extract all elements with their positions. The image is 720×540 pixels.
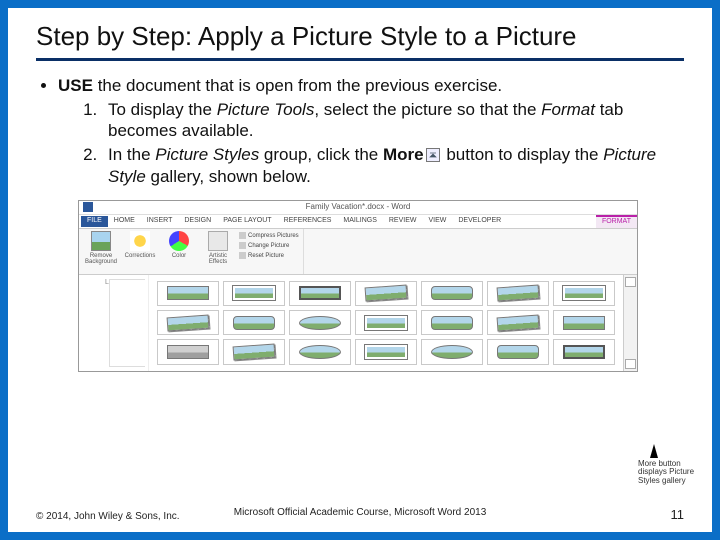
style-thumb[interactable] xyxy=(553,310,615,335)
tab-design[interactable]: DESIGN xyxy=(178,216,217,227)
change-picture-button[interactable]: Change Picture xyxy=(239,241,299,251)
style-thumb[interactable] xyxy=(421,339,483,364)
style-thumb[interactable] xyxy=(157,310,219,335)
color-button[interactable]: Color xyxy=(161,231,197,259)
style-thumb[interactable] xyxy=(157,281,219,306)
tab-mailings[interactable]: MAILINGS xyxy=(337,216,382,227)
step-1: To display the Picture Tools, select the… xyxy=(102,99,684,143)
style-thumb[interactable] xyxy=(421,281,483,306)
tab-references[interactable]: REFERENCES xyxy=(278,216,338,227)
style-thumb[interactable] xyxy=(223,339,285,364)
style-thumb[interactable] xyxy=(223,310,285,335)
ribbon-group-adjust: Remove Background Corrections Color Arti… xyxy=(79,229,304,274)
ribbon: Remove Background Corrections Color Arti… xyxy=(79,229,637,275)
style-thumb[interactable] xyxy=(289,339,351,364)
style-thumb[interactable] xyxy=(157,339,219,364)
tab-page-layout[interactable]: PAGE LAYOUT xyxy=(217,216,277,227)
window-titlebar: Family Vacation*.docx - Word xyxy=(79,201,637,215)
slide: Step by Step: Apply a Picture Style to a… xyxy=(0,0,720,540)
tab-insert[interactable]: INSERT xyxy=(141,216,179,227)
style-thumb[interactable] xyxy=(487,339,549,364)
tab-review[interactable]: REVIEW xyxy=(383,216,423,227)
adjust-small-buttons: Compress Pictures Change Picture Reset P… xyxy=(239,231,299,262)
gallery-scroll-up[interactable] xyxy=(625,277,636,287)
style-thumb[interactable] xyxy=(223,281,285,306)
document-title: Family Vacation*.docx - Word xyxy=(306,202,411,212)
tab-file[interactable]: FILE xyxy=(81,216,108,227)
style-thumb[interactable] xyxy=(289,281,351,306)
style-thumb[interactable] xyxy=(487,281,549,306)
remove-background-button[interactable]: Remove Background xyxy=(83,231,119,265)
more-dropdown-icon xyxy=(426,148,440,162)
style-thumb[interactable] xyxy=(553,339,615,364)
style-thumb[interactable] xyxy=(355,281,417,306)
style-thumb[interactable] xyxy=(421,310,483,335)
gallery-scroll-column xyxy=(623,275,637,371)
reset-picture-button[interactable]: Reset Picture xyxy=(239,251,299,261)
tab-format[interactable]: FORMAT xyxy=(596,215,637,228)
picture-style-gallery xyxy=(149,275,623,371)
style-thumb[interactable] xyxy=(553,281,615,306)
tab-home[interactable]: HOME xyxy=(108,216,141,227)
bullet-use-rest: the document that is open from the previ… xyxy=(93,76,502,95)
bullet-use: USE the document that is open from the p… xyxy=(58,75,684,188)
up-arrow-icon xyxy=(650,444,658,458)
compress-pictures-button[interactable]: Compress Pictures xyxy=(239,231,299,241)
artistic-effects-button[interactable]: Artistic Effects xyxy=(200,231,236,265)
ribbon-tabs: FILE HOME INSERT DESIGN PAGE LAYOUT REFE… xyxy=(79,215,637,229)
style-thumb[interactable] xyxy=(289,310,351,335)
style-thumb[interactable] xyxy=(355,339,417,364)
document-page-edge: L xyxy=(79,275,149,371)
style-thumb[interactable] xyxy=(355,310,417,335)
style-thumb[interactable] xyxy=(487,310,549,335)
word-ribbon-screenshot: PICTURE TOOLS Family Vacation*.docx - Wo… xyxy=(78,200,638,372)
step-2: In the Picture Styles group, click the M… xyxy=(102,144,684,188)
word-app-icon xyxy=(83,202,93,212)
slide-title: Step by Step: Apply a Picture Style to a… xyxy=(36,22,684,61)
more-button-callout: More button displays Picture Styles gall… xyxy=(638,444,708,486)
footer-course: Microsoft Official Academic Course, Micr… xyxy=(36,507,684,518)
gallery-more-button[interactable] xyxy=(625,359,636,369)
bullet-use-bold: USE xyxy=(58,76,93,95)
slide-body: USE the document that is open from the p… xyxy=(36,75,684,372)
corrections-button[interactable]: Corrections xyxy=(122,231,158,259)
slide-footer: © 2014, John Wiley & Sons, Inc. Microsof… xyxy=(36,507,684,522)
document-and-gallery: L xyxy=(79,275,637,371)
tab-view[interactable]: VIEW xyxy=(422,216,452,227)
tab-developer[interactable]: DEVELOPER xyxy=(452,216,507,227)
